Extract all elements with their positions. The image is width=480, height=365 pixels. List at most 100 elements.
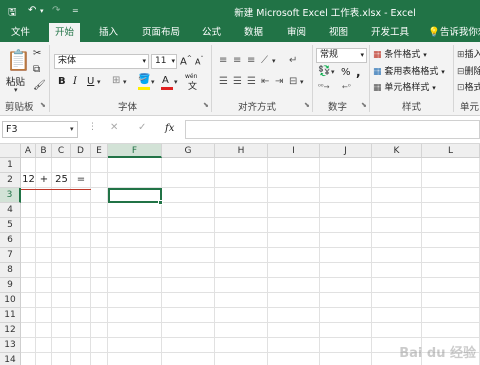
fill-color-icon[interactable]: 🪣: [138, 74, 150, 85]
row-header-1[interactable]: 1: [0, 158, 21, 173]
format-cells-button[interactable]: ⊡格式: [457, 80, 480, 93]
decrease-decimal-button[interactable]: ←⁰: [342, 83, 351, 91]
bold-button[interactable]: B: [58, 76, 66, 87]
align-right-icon[interactable]: ☰: [247, 76, 256, 87]
column-header-J[interactable]: J: [320, 144, 372, 158]
worksheet-grid[interactable]: ABCDEFGHIJKL 123456789101112131415 12+25…: [0, 144, 480, 365]
orientation-icon[interactable]: ⟋: [261, 55, 268, 66]
font-name-select[interactable]: 宋体 ▾: [54, 54, 149, 69]
font-size-select[interactable]: 11 ▾: [151, 54, 177, 69]
tab-insert[interactable]: 插入: [99, 23, 118, 42]
format-painter-icon[interactable]: 🖌: [33, 80, 46, 91]
tab-formulas[interactable]: 公式: [202, 23, 221, 42]
number-format-select[interactable]: 常规 ▾: [316, 48, 367, 63]
enter-check-icon[interactable]: ✓: [138, 122, 146, 133]
copy-icon[interactable]: ⧉: [33, 64, 40, 75]
column-header-C[interactable]: C: [52, 144, 71, 158]
chevron-down-icon[interactable]: ▾: [97, 78, 101, 86]
tab-developer[interactable]: 开发工具: [371, 23, 409, 42]
insert-cells-button[interactable]: ⊞插入: [457, 47, 480, 60]
cell-D2[interactable]: =: [71, 173, 91, 187]
paste-icon[interactable]: 📋: [6, 48, 31, 72]
percent-style-button[interactable]: %: [341, 67, 351, 78]
align-left-icon[interactable]: ☰: [219, 76, 228, 87]
dialog-launcher-icon[interactable]: ⬊: [40, 101, 46, 109]
tab-review[interactable]: 审阅: [287, 23, 306, 42]
row-header-9[interactable]: 9: [0, 278, 21, 293]
chevron-down-icon[interactable]: ▾: [300, 78, 304, 86]
align-center-icon[interactable]: ☰: [233, 76, 242, 87]
row-header-4[interactable]: 4: [0, 203, 21, 218]
shrink-font-button[interactable]: Aˇ: [195, 56, 203, 67]
tab-file[interactable]: 文件: [11, 23, 30, 42]
active-cell-F3[interactable]: [108, 188, 162, 203]
dialog-launcher-icon[interactable]: ⬊: [361, 101, 367, 109]
grow-font-button[interactable]: A^: [180, 55, 192, 67]
row-header-7[interactable]: 7: [0, 248, 21, 263]
decrease-indent-icon[interactable]: ⇤: [261, 76, 269, 87]
delete-cells-button[interactable]: ⊟删除: [457, 64, 480, 77]
underline-button[interactable]: U: [87, 76, 94, 87]
cell-styles-button[interactable]: ▦ 单元格样式 ▾: [373, 80, 436, 93]
tab-page-layout[interactable]: 页面布局: [142, 23, 180, 42]
chevron-down-icon[interactable]: ▾: [151, 78, 155, 86]
chevron-down-icon[interactable]: ▾: [70, 125, 74, 133]
cut-icon[interactable]: ✂: [33, 48, 41, 59]
name-box[interactable]: F3: [2, 121, 78, 138]
row-header-6[interactable]: 6: [0, 233, 21, 248]
cancel-icon[interactable]: ✕: [110, 122, 118, 133]
accounting-format-icon[interactable]: 💱: [318, 66, 330, 77]
column-header-F[interactable]: F: [108, 144, 162, 158]
fill-handle[interactable]: [158, 200, 163, 205]
column-header-B[interactable]: B: [36, 144, 52, 158]
conditional-formatting-button[interactable]: ▦ 条件格式 ▾: [373, 47, 427, 60]
row-header-5[interactable]: 5: [0, 218, 21, 233]
tab-view[interactable]: 视图: [329, 23, 348, 42]
row-header-12[interactable]: 12: [0, 323, 21, 338]
align-middle-icon[interactable]: ≡: [233, 55, 241, 66]
row-header-14[interactable]: 14: [0, 353, 21, 365]
cell-A2[interactable]: 12: [21, 173, 36, 187]
align-bottom-icon[interactable]: ≡: [247, 55, 255, 66]
increase-indent-icon[interactable]: ⇥: [275, 76, 283, 87]
row-header-3[interactable]: 3: [0, 188, 21, 203]
chevron-down-icon[interactable]: ▾: [123, 78, 127, 86]
chevron-down-icon[interactable]: ▾: [331, 68, 335, 76]
column-header-L[interactable]: L: [422, 144, 480, 158]
comma-style-button[interactable]: ,: [356, 65, 361, 79]
formula-input[interactable]: [185, 120, 480, 139]
tab-home[interactable]: 开始: [49, 23, 81, 42]
dialog-launcher-icon[interactable]: ⬊: [304, 101, 310, 109]
tab-data[interactable]: 数据: [244, 23, 263, 42]
insert-function-button[interactable]: fx: [165, 123, 174, 134]
column-header-A[interactable]: A: [21, 144, 36, 158]
chevron-down-icon[interactable]: ▾: [272, 57, 276, 65]
format-as-table-button[interactable]: ▦ 套用表格格式 ▾: [373, 64, 445, 77]
font-color-button[interactable]: A: [162, 75, 169, 86]
cell-C2[interactable]: 25: [52, 173, 71, 187]
row-header-13[interactable]: 13: [0, 338, 21, 353]
align-top-icon[interactable]: ≡: [219, 55, 227, 66]
tell-me-search[interactable]: 💡告诉我你想: [428, 23, 480, 42]
dialog-launcher-icon[interactable]: ⬊: [203, 101, 209, 109]
italic-button[interactable]: I: [73, 76, 77, 87]
column-header-G[interactable]: G: [162, 144, 215, 158]
borders-icon[interactable]: ⊞: [112, 75, 120, 86]
column-header-D[interactable]: D: [71, 144, 91, 158]
ribbon-tabs: 文件 开始 插入 页面布局 公式 数据 审阅 视图 开发工具 💡告诉我你想: [0, 23, 480, 42]
increase-decimal-button[interactable]: ⁰⁰→: [318, 83, 329, 91]
cell-B2[interactable]: +: [36, 173, 52, 187]
column-header-E[interactable]: E: [91, 144, 108, 158]
row-header-2[interactable]: 2: [0, 173, 21, 188]
row-header-8[interactable]: 8: [0, 263, 21, 278]
chevron-down-icon[interactable]: ▾: [174, 78, 178, 86]
chevron-down-icon[interactable]: ▾: [14, 86, 18, 94]
column-header-H[interactable]: H: [215, 144, 268, 158]
column-header-I[interactable]: I: [268, 144, 320, 158]
row-header-11[interactable]: 11: [0, 308, 21, 323]
column-header-K[interactable]: K: [372, 144, 422, 158]
select-all-button[interactable]: [0, 144, 21, 158]
row-header-10[interactable]: 10: [0, 293, 21, 308]
merge-center-icon[interactable]: ⊟: [289, 76, 297, 87]
wrap-text-icon[interactable]: ↵: [289, 55, 297, 66]
